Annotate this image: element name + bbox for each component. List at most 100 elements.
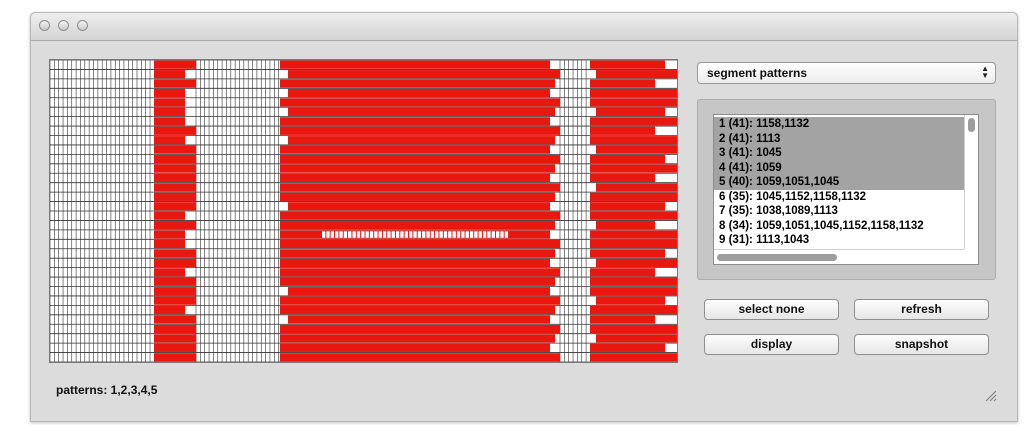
title-bar[interactable]: [31, 13, 1017, 41]
zoom-window-button[interactable]: [77, 20, 88, 31]
grid-band-1-row: [154, 343, 196, 352]
grid-highlight-cell: [426, 231, 430, 238]
pattern-list-item[interactable]: 6 (35): 1045,1152,1158,1132: [714, 190, 966, 205]
grid-band-2-row: [280, 249, 555, 258]
segment-patterns-select[interactable]: segment patterns ▲ ▼: [697, 62, 996, 84]
pattern-list-item[interactable]: 9 (31): 1113,1043: [714, 233, 966, 248]
grid-band-3-row: [590, 202, 665, 211]
grid-band-3-row: [590, 154, 665, 164]
grid-band-1-row: [154, 334, 196, 343]
horizontal-scroll-thumb[interactable]: [717, 254, 837, 261]
grid-highlight-cell: [339, 231, 343, 238]
vertical-scroll-thumb[interactable]: [968, 118, 975, 132]
grid-band-3-row: [596, 296, 665, 305]
grid-band-3-row: [590, 315, 655, 324]
pattern-list-item[interactable]: 5 (40): 1059,1051,1045: [714, 175, 966, 190]
grid-band-2-row: [280, 126, 560, 135]
grid-highlight-cell: [413, 231, 417, 238]
grid-band-2-row: [280, 145, 550, 154]
grid-highlight-cell: [335, 231, 339, 238]
grid-highlight-cell: [487, 231, 491, 238]
grid-highlight-cell: [430, 231, 435, 238]
grid-highlight-cell: [343, 231, 348, 238]
grid-highlight-cell: [404, 231, 408, 238]
grid-highlight-cell: [400, 231, 404, 238]
grid-band-2-row: [288, 107, 555, 117]
grid-band-3-row: [596, 183, 677, 192]
grid-band-1-row: [154, 268, 185, 277]
grid-band-3-row: [590, 164, 677, 173]
pattern-list-item[interactable]: 7 (35): 1038,1089,1113: [714, 204, 966, 219]
pattern-list-item[interactable]: 2 (41): 1113: [714, 131, 966, 146]
grid-band-1-row: [154, 230, 185, 239]
grid-band-1-row: [154, 305, 185, 315]
resize-grip-icon[interactable]: [983, 388, 997, 402]
grid-band-2-row: [280, 324, 560, 334]
grid-band-3-row: [590, 79, 655, 88]
grid-highlight-cell: [482, 231, 487, 238]
grid-band-3-row: [590, 230, 677, 239]
vertical-scrollbar[interactable]: [964, 115, 978, 250]
grid-band-2-row: [280, 192, 555, 201]
grid-highlight-cell: [435, 231, 439, 238]
grid-band-1-row: [154, 173, 196, 183]
grid-band-3-row: [590, 126, 655, 135]
pattern-grid[interactable]: [50, 60, 677, 362]
pattern-list-item[interactable]: 3 (41): 1045: [714, 146, 966, 161]
grid-highlight-cell: [496, 231, 500, 238]
segment-select-value: segment patterns: [707, 66, 808, 80]
grid-band-1-row: [154, 202, 196, 211]
grid-highlight-cell: [374, 231, 378, 238]
grid-highlight-cell: [478, 231, 482, 238]
grid-band-2-row: [280, 277, 555, 286]
grid-highlight-cell: [504, 231, 509, 238]
grid-highlight-cell: [469, 231, 474, 238]
grid-band-1-row: [154, 117, 185, 126]
grid-band-1-row: [154, 107, 185, 117]
grid-highlight-cell: [356, 231, 361, 238]
select-none-button[interactable]: select none: [704, 299, 839, 320]
grid-band-1-row: [154, 296, 196, 305]
pattern-grid-panel[interactable]: [49, 59, 678, 363]
grid-highlight-cell: [409, 231, 413, 238]
close-window-button[interactable]: [39, 20, 50, 31]
grid-band-1-row: [154, 70, 185, 79]
grid-band-3-row: [590, 343, 665, 352]
grid-highlight-cell: [378, 231, 382, 238]
grid-band-1-row: [154, 126, 196, 135]
grid-band-3-row: [590, 173, 655, 183]
grid-band-1-row: [154, 315, 196, 324]
grid-band-3-row: [590, 60, 665, 69]
grid-highlight-cell: [387, 231, 391, 238]
grid-band-2-row: [280, 305, 555, 315]
grid-band-3-row: [590, 192, 677, 201]
snapshot-button[interactable]: snapshot: [854, 334, 989, 355]
grid-band-2-row: [280, 296, 560, 305]
grid-band-2-row: [280, 239, 560, 249]
grid-band-2-row: [280, 154, 560, 164]
grid-band-1-row: [154, 98, 185, 107]
grid-band-2-row: [280, 258, 550, 268]
grid-band-3-row: [590, 211, 677, 220]
grid-highlight-cell: [417, 231, 422, 238]
grid-band-1-row: [154, 192, 196, 201]
grid-highlight-cell: [491, 231, 495, 238]
minimize-window-button[interactable]: [58, 20, 69, 31]
grid-band-2-row: [280, 98, 560, 107]
grid-band-1-row: [154, 136, 185, 145]
grid-band-1-row: [154, 145, 196, 154]
grid-band-2-row: [288, 287, 550, 296]
pattern-list-item[interactable]: 4 (41): 1059: [714, 160, 966, 175]
grid-highlight-cell: [461, 231, 465, 238]
pattern-listbox[interactable]: 1 (41): 1158,1132 2 (41): 1113 3 (41): 104…: [713, 114, 979, 265]
refresh-button[interactable]: refresh: [854, 299, 989, 320]
grid-band-1-row: [154, 258, 196, 268]
grid-highlight-cell: [365, 231, 369, 238]
display-button[interactable]: display: [704, 334, 839, 355]
grid-band-3-row: [596, 221, 655, 230]
grid-band-3-row: [590, 277, 677, 286]
pattern-list-item[interactable]: 1 (41): 1158,1132: [714, 117, 966, 132]
horizontal-scrollbar[interactable]: [714, 249, 965, 264]
pattern-list-item[interactable]: 8 (34): 1059,1051,1045,1152,1158,1132: [714, 219, 966, 234]
grid-highlight-cell: [395, 231, 400, 238]
